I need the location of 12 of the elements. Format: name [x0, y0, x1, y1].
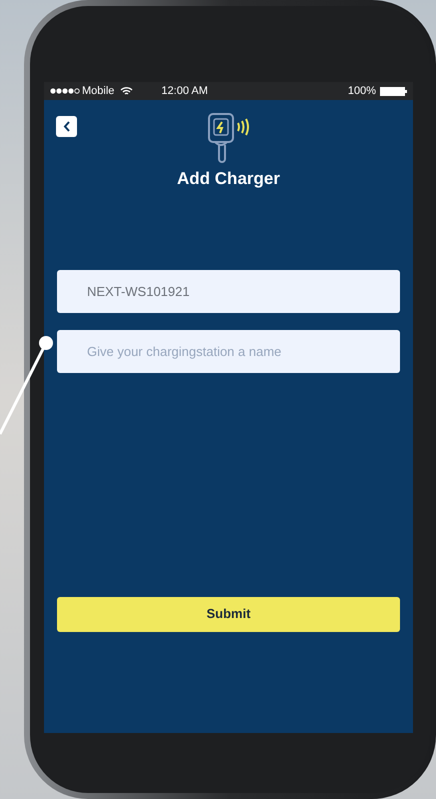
battery-icon	[380, 86, 407, 96]
back-icon	[62, 121, 70, 132]
input-field[interactable]: Give your chargingstation a name	[57, 330, 400, 372]
carrier-name: Mobile	[82, 84, 114, 99]
back-button[interactable]	[56, 116, 77, 137]
battery-percent: 100%	[348, 84, 376, 99]
input-field[interactable]: NEXT-WS101921	[57, 270, 400, 312]
status-time: 12:00 AM	[161, 84, 208, 99]
submit-button[interactable]: Submit	[57, 596, 400, 632]
wifi-icon	[120, 86, 134, 96]
screen-title: Add Charger	[177, 168, 280, 190]
signal-icon	[50, 88, 80, 94]
